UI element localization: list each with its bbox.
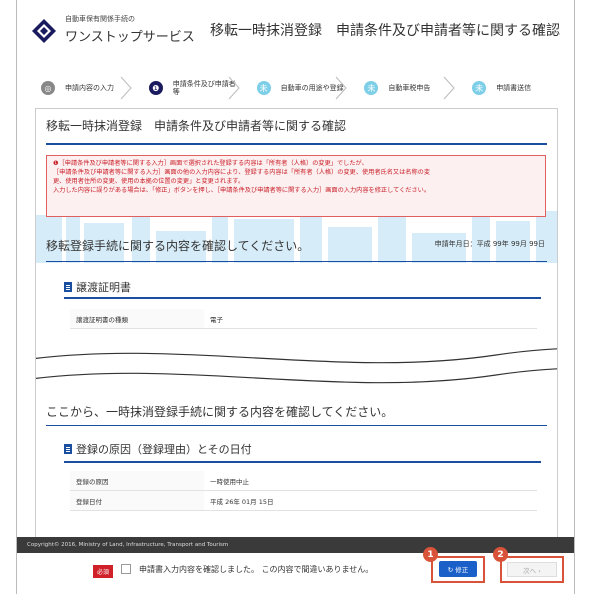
logo-title: ワンストップサービス: [65, 30, 195, 45]
table-row: 登録日付 平成 26年 01月 15日: [70, 491, 537, 511]
divider: [64, 297, 541, 299]
warning-alert: ❶［申請条件及び申請者等に関する入力］画面で選択された登録する内容は「所有者（人…: [46, 155, 546, 217]
row-key: 譲渡証明書の種類: [70, 309, 204, 328]
step-submit: 未 申請書送信: [458, 72, 566, 104]
progress-steps: ◎ 申請内容の入力 ❶ 申請条件及び申請者等 未 自動車の用途や登録 未 自動車…: [27, 72, 566, 104]
annotation-marker-1: 1: [423, 547, 438, 562]
chevron-right-icon: [443, 76, 455, 100]
subsection-title-transfer-certificate: 譲渡証明書: [64, 279, 131, 295]
subsection-title-registration-cause: 登録の原因（登録理由）とその日付: [64, 441, 252, 457]
chevron-right-icon: [228, 76, 240, 100]
page-title: 移転一時抹消登録 申請条件及び申請者等に関する確認: [210, 23, 560, 39]
application-date: 申請年月日：平成 99年 99月 99日: [434, 240, 545, 248]
subsection-title: 登録の原因（登録理由）とその日付: [76, 443, 252, 456]
step-todo-icon: 未: [472, 81, 487, 95]
confirmation-card: 移転一時抹消登録 申請条件及び申請者等に関する確認 ❶［申請条件及び申請者等に関…: [35, 108, 558, 538]
section-heading-temporary-cancellation: ここから、一時抹消登録手続に関する内容を確認してください。: [46, 405, 394, 419]
step-tax: 未 自動車税申告: [350, 72, 458, 104]
chevron-right-icon: [120, 76, 132, 100]
divider: [46, 143, 547, 145]
card-title: 移転一時抹消登録 申請条件及び申請者等に関する確認: [46, 119, 347, 133]
document-icon: [64, 282, 72, 292]
alert-line: ［申請条件及び申請者等に関する入力］画面の他の入力内容により、登録する内容は「所…: [53, 168, 431, 176]
step-done-icon: ◎: [41, 81, 55, 95]
alert-line: 更、使用者住所の変更、使用の本拠の位置の変更」と変更されます。: [53, 177, 245, 185]
section-heading-transfer: 移転登録手続に関する内容を確認してください。: [46, 239, 310, 253]
divider: [46, 261, 547, 262]
next-button[interactable]: 次へ ›: [507, 562, 557, 577]
table-row: 登録の原因 一時使用中止: [70, 471, 537, 491]
logo-subtitle: 自動車保有関係手続の: [65, 15, 135, 23]
row-value: 一時使用中止: [210, 477, 249, 486]
logo-text: 自動車保有関係手続の ワンストップサービス: [65, 14, 195, 45]
chevron-right-icon: [336, 76, 348, 100]
required-badge: 必須: [93, 565, 114, 578]
annotation-marker-2: 2: [493, 547, 508, 562]
divider: [64, 461, 541, 463]
alert-line: ❶［申請条件及び申請者等に関する入力］画面で選択された登録する内容は「所有者（人…: [53, 160, 368, 167]
step-label: 申請書送信: [496, 83, 532, 92]
action-bar: 必須 申請書入力内容を確認しました。 この内容で間違いありません。 ↻ 修正 1…: [17, 547, 574, 594]
table-row: 譲渡証明書の種類 電子: [70, 309, 537, 329]
step-vehicle-use: 未 自動車の用途や登録: [243, 72, 351, 104]
confirm-checkbox[interactable]: [121, 564, 131, 574]
header: 自動車保有関係手続の ワンストップサービス 移転一時抹消登録 申請条件及び申請者…: [17, 0, 574, 64]
row-value: 平成 26年 01月 15日: [210, 497, 274, 506]
row-value: 電子: [210, 315, 223, 324]
alert-line: 入力した内容に誤りがある場合は、「修正」ボタンを押し、［申請条件及び申請者等に関…: [53, 186, 431, 194]
row-key: 登録の原因: [70, 471, 204, 490]
step-current-icon: ❶: [148, 81, 163, 95]
logo-icon: [32, 19, 56, 43]
app-window: 自動車保有関係手続の ワンストップサービス 移転一時抹消登録 申請条件及び申請者…: [16, 0, 575, 594]
confirm-label: 申請書入力内容を確認しました。 この内容で間違いありません。: [139, 565, 374, 574]
step-input: ◎ 申請内容の入力: [27, 72, 135, 104]
page-break-divider: [36, 341, 557, 393]
row-key: 登録日付: [70, 491, 204, 510]
step-todo-icon: 未: [364, 81, 379, 95]
divider: [46, 425, 547, 426]
step-label: 申請内容の入力: [65, 83, 114, 92]
step-todo-icon: 未: [256, 81, 271, 95]
fix-button[interactable]: ↻ 修正: [439, 561, 477, 577]
footer-copyright: Copyright© 2016, Ministry of Land, Infra…: [17, 537, 574, 553]
step-conditions: ❶ 申請条件及び申請者等: [135, 72, 243, 104]
step-label: 自動車税申告: [388, 83, 431, 92]
document-icon: [64, 444, 72, 454]
subsection-title: 譲渡証明書: [76, 281, 131, 294]
